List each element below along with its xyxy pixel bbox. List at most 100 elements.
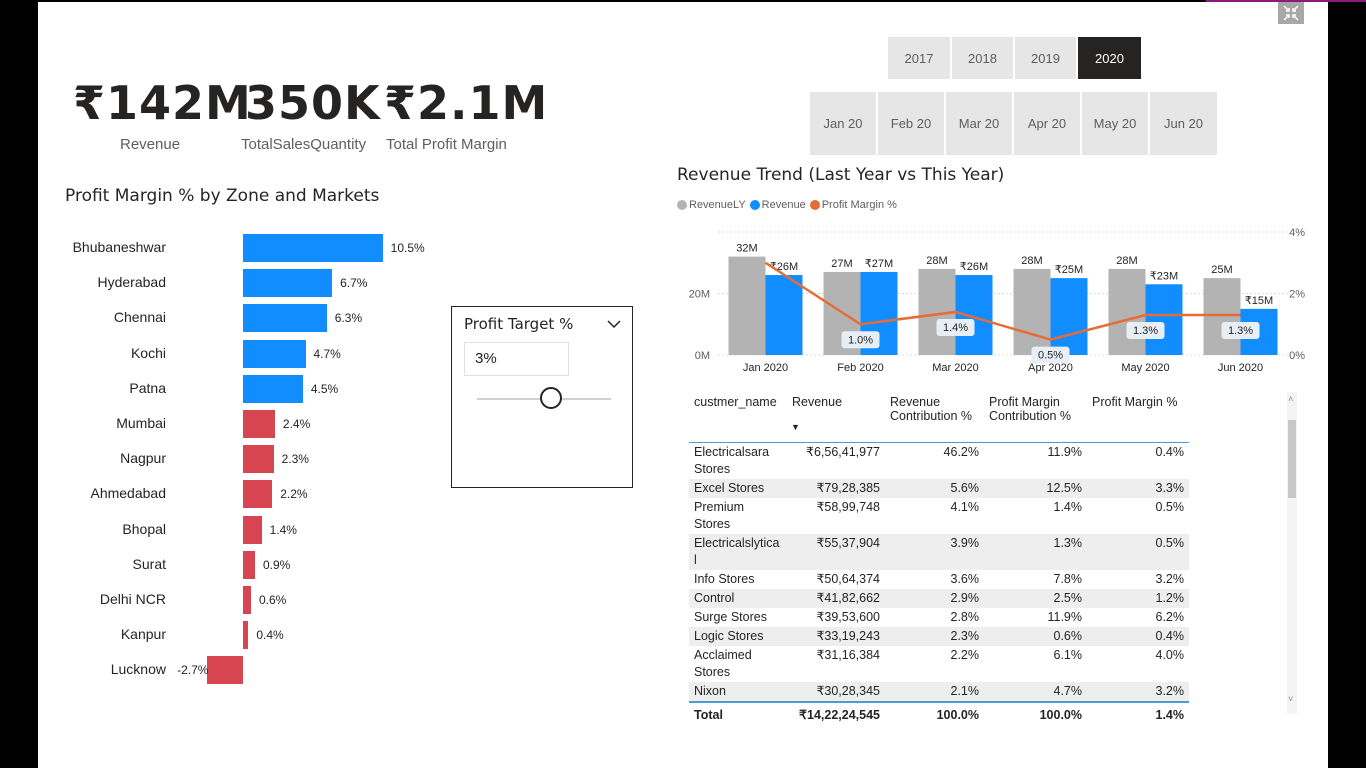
column-header-revenue[interactable]: Revenue ▼: [787, 392, 885, 443]
cell-revenue: ₹6,56,41,977: [806, 445, 880, 459]
legend-dot-revenue-ly: [677, 200, 687, 210]
zone-value-label: 1.4%: [269, 522, 297, 537]
total-revenue-contribution: 100.0%: [885, 701, 984, 725]
zone-bar[interactable]: [243, 339, 306, 368]
month-button-jun[interactable]: Jun 20: [1150, 92, 1217, 155]
kpi-profit-value: ₹2.1M: [384, 76, 549, 130]
month-button-feb[interactable]: Feb 20: [878, 92, 944, 155]
customer-table: custmer_name Revenue ▼ Revenue Contributi…: [689, 392, 1189, 725]
year-button-2019[interactable]: 2019: [1015, 37, 1076, 79]
zone-bar[interactable]: [243, 586, 251, 614]
zone-bar[interactable]: [243, 515, 262, 544]
zone-bar[interactable]: [243, 621, 249, 650]
cell-customer: Premium Stores: [694, 500, 745, 531]
column-header-profit-margin[interactable]: Profit Margin %: [1087, 392, 1189, 443]
scroll-down-icon[interactable]: ˅: [1288, 694, 1293, 704]
table-row[interactable]: Excel Stores ₹79,28,385 5.6% 12.5% 3.3%: [689, 479, 1189, 498]
profit-target-slider-thumb[interactable]: [539, 387, 562, 409]
zone-value-label: 6.7%: [340, 276, 368, 291]
zone-label: Kochi: [130, 344, 166, 361]
revenue-data-label: ₹27M: [865, 258, 893, 270]
column-header-revenue-contribution[interactable]: Revenue Contribution %: [885, 392, 984, 443]
table-scrollbar-thumb[interactable]: [1288, 420, 1296, 498]
zone-label: Chennai: [113, 309, 166, 326]
profit-target-input[interactable]: 3%: [464, 342, 569, 376]
x-tick-label: Mar 2020: [932, 362, 978, 374]
zone-bar[interactable]: [243, 234, 383, 262]
table-row[interactable]: Surge Stores ₹39,53,600 2.8% 11.9% 6.2%: [689, 608, 1189, 627]
total-profit-contribution: 100.0%: [984, 701, 1087, 725]
scroll-up-icon[interactable]: ˄: [1288, 394, 1293, 404]
cell-profit-margin: 0.5%: [1087, 534, 1189, 570]
table-row[interactable]: Nixon ₹30,28,345 2.1% 4.7% 3.2%: [689, 682, 1189, 702]
table-row[interactable]: Premium Stores ₹58,99,748 4.1% 1.4% 0.5%: [689, 498, 1189, 534]
year-button-2020[interactable]: 2020: [1078, 37, 1141, 79]
table-row[interactable]: Logic Stores ₹33,19,243 2.3% 0.6% 0.4%: [689, 627, 1189, 646]
zone-value-label: 2.2%: [280, 487, 308, 502]
cell-revenue-contribution: 5.6%: [885, 479, 984, 498]
revenue-bar: [955, 275, 993, 355]
cell-revenue: ₹33,19,243: [787, 627, 885, 646]
zone-bar[interactable]: [243, 550, 255, 579]
table-row[interactable]: Control ₹41,82,662 2.9% 2.5% 1.2%: [689, 589, 1189, 608]
zone-bar[interactable]: [207, 656, 243, 685]
cell-profit-contribution: 12.5%: [984, 479, 1087, 498]
column-header-customer[interactable]: custmer_name: [689, 392, 787, 443]
cell-revenue-contribution: 2.1%: [885, 682, 984, 702]
zone-value-label: 0.4%: [256, 628, 284, 643]
zone-bar[interactable]: [243, 269, 333, 298]
cell-revenue-contribution: 2.9%: [885, 589, 984, 608]
table-row[interactable]: Info Stores ₹50,64,374 3.6% 7.8% 3.2%: [689, 570, 1189, 589]
cell-revenue: ₹55,37,904: [787, 534, 885, 570]
zone-label: Patna: [129, 379, 166, 396]
cell-profit-margin: 0.4%: [1087, 627, 1189, 646]
month-button-apr[interactable]: Apr 20: [1014, 92, 1080, 155]
zone-bar[interactable]: [243, 374, 303, 403]
cell-profit-margin: 4.0%: [1155, 648, 1185, 662]
zone-bar[interactable]: [243, 480, 273, 509]
legend-label-revenue: Revenue: [761, 199, 806, 211]
month-button-mar[interactable]: Mar 20: [946, 92, 1012, 155]
revenue-ly-data-label: 28M: [926, 255, 947, 267]
cell-customer: Surge Stores: [694, 610, 767, 624]
table-row[interactable]: Acclaimed Stores ₹31,16,384 2.2% 6.1% 4.0%: [689, 646, 1189, 682]
table-row[interactable]: Electricalslytica l ₹55,37,904 3.9% 1.3% 0.5…: [689, 534, 1189, 570]
zone-value-label: 2.4%: [282, 417, 311, 431]
cell-customer: Info Stores: [694, 572, 755, 586]
month-button-jan[interactable]: Jan 20: [810, 92, 876, 155]
profit-margin-data-label: 1.3%: [1228, 325, 1253, 337]
focus-mode-icon[interactable]: [1278, 2, 1304, 24]
table-scrollbar[interactable]: ˄ ˅: [1287, 392, 1297, 714]
month-button-may[interactable]: May 20: [1082, 92, 1148, 155]
column-header-profit-contribution[interactable]: Profit Margin Contribution %: [984, 392, 1087, 443]
zone-chart-title: Profit Margin % by Zone and Markets: [65, 186, 380, 206]
cell-profit-margin: 3.2%: [1155, 572, 1185, 586]
zone-bar[interactable]: [243, 445, 274, 474]
cell-revenue-contribution: 2.8%: [950, 610, 980, 624]
cell-customer: Electricalsara Stores: [694, 445, 770, 476]
zone-value-label: 4.7%: [313, 346, 341, 361]
cell-profit-margin: 3.3%: [1087, 479, 1189, 498]
profit-margin-data-label: 0.5%: [1038, 350, 1063, 362]
zone-bar[interactable]: [243, 304, 327, 333]
cell-revenue: ₹31,16,384: [816, 648, 880, 662]
year-button-2018[interactable]: 2018: [952, 37, 1013, 79]
cell-profit-margin: 3.2%: [1087, 682, 1189, 702]
cell-profit-margin: 0.4%: [1155, 445, 1185, 459]
revenue-trend-chart: 0M 20M 0% 2% 4% 32M ₹26M Jan 2020 27M ₹27M Feb 202…: [689, 227, 1306, 374]
total-profit-margin: 1.4%: [1087, 701, 1189, 725]
table-row[interactable]: Electricalsara Stores ₹6,56,41,977 46.2% 11…: [689, 443, 1189, 480]
y-tick-label: 0M: [695, 350, 710, 362]
revenue-ly-bar: [1203, 278, 1241, 355]
zone-bar[interactable]: [243, 410, 275, 438]
legend-dot-revenue: [749, 200, 760, 210]
cell-profit-contribution: 11.9%: [1047, 610, 1082, 624]
cell-customer: Logic Stores: [689, 627, 787, 646]
profit-target-title: Profit Target %: [464, 315, 574, 333]
zone-label: Hyderabad: [97, 274, 167, 291]
year-button-2017[interactable]: 2017: [888, 37, 950, 79]
profit-margin-data-label: 1.3%: [1133, 325, 1158, 337]
chevron-down-icon[interactable]: [606, 317, 622, 335]
x-tick-label: Apr 2020: [1028, 362, 1073, 374]
cell-revenue: ₹58,99,748: [816, 500, 880, 514]
